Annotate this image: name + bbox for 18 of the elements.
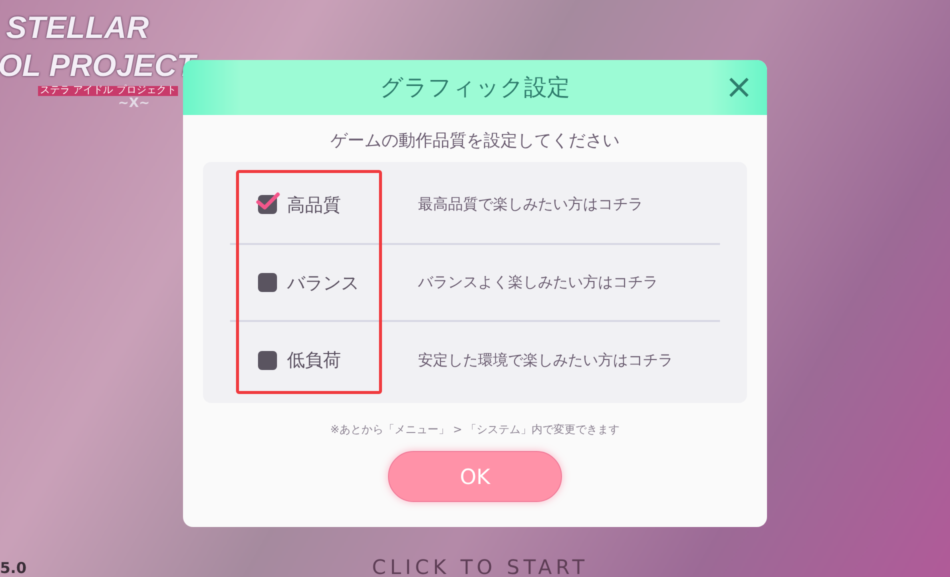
option-description: 最高品質で楽しみたい方はコチラ — [418, 195, 643, 214]
dialog-title: グラフィック設定 — [380, 74, 570, 103]
checkbox[interactable] — [258, 195, 277, 214]
close-button[interactable]: × — [723, 70, 755, 104]
checkbox[interactable] — [258, 350, 277, 370]
checkbox[interactable] — [258, 273, 277, 292]
instruction-text: ゲームの動作品質を設定してください — [330, 131, 620, 151]
logo-text: STELLAR — [6, 12, 149, 43]
logo-subtitle: ステラ アイドル プロジェクト — [38, 86, 178, 96]
logo-mark: ~X~ — [118, 97, 150, 110]
note-text: ※あとから「メニュー」 > 「システム」内で変更できます — [330, 422, 620, 437]
option-description: バランスよく楽しみたい方はコチラ — [418, 273, 658, 292]
quality-option[interactable]: 高品質 — [230, 192, 418, 217]
quality-option[interactable]: 低負荷 — [230, 348, 418, 372]
start-prompt: CLICK TO START — [372, 557, 588, 577]
option-description: 安定した環境で楽しみたい方はコチラ — [418, 350, 673, 370]
quality-option[interactable]: バランス — [230, 270, 418, 294]
version-label: 5.0 — [0, 559, 27, 577]
